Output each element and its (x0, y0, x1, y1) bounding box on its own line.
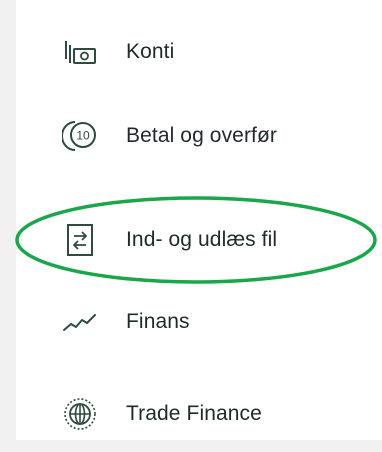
nav-item-label: Betal og overfør (126, 124, 277, 147)
trend-line-icon (60, 302, 100, 342)
nav-item-konti[interactable]: Konti (60, 30, 174, 74)
nav-item-label: Konti (126, 40, 175, 63)
nav-item-label: Trade Finance (126, 402, 262, 425)
nav-item-label: Finans (126, 310, 190, 333)
sidebar-bottom-edge (0, 440, 382, 452)
accounts-cash-icon (60, 32, 100, 72)
sidebar-edge (0, 0, 16, 452)
nav-item-trade-finance[interactable]: Trade Finance (60, 392, 262, 436)
svg-text:10: 10 (76, 129, 90, 143)
nav-item-label: Ind- og udlæs fil (126, 228, 278, 251)
nav-item-betal-og-overfoer[interactable]: 10 Betal og overfør (60, 114, 277, 158)
nav-item-finans[interactable]: Finans (60, 300, 190, 344)
coin-10-icon: 10 (60, 116, 100, 156)
globe-icon (60, 394, 100, 434)
file-transfer-icon (60, 220, 100, 260)
main-navigation: Konti 10 Betal og overfør Ind- og udlæs … (16, 0, 382, 440)
nav-item-ind-og-udlaes-fil[interactable]: Ind- og udlæs fil (60, 218, 277, 262)
